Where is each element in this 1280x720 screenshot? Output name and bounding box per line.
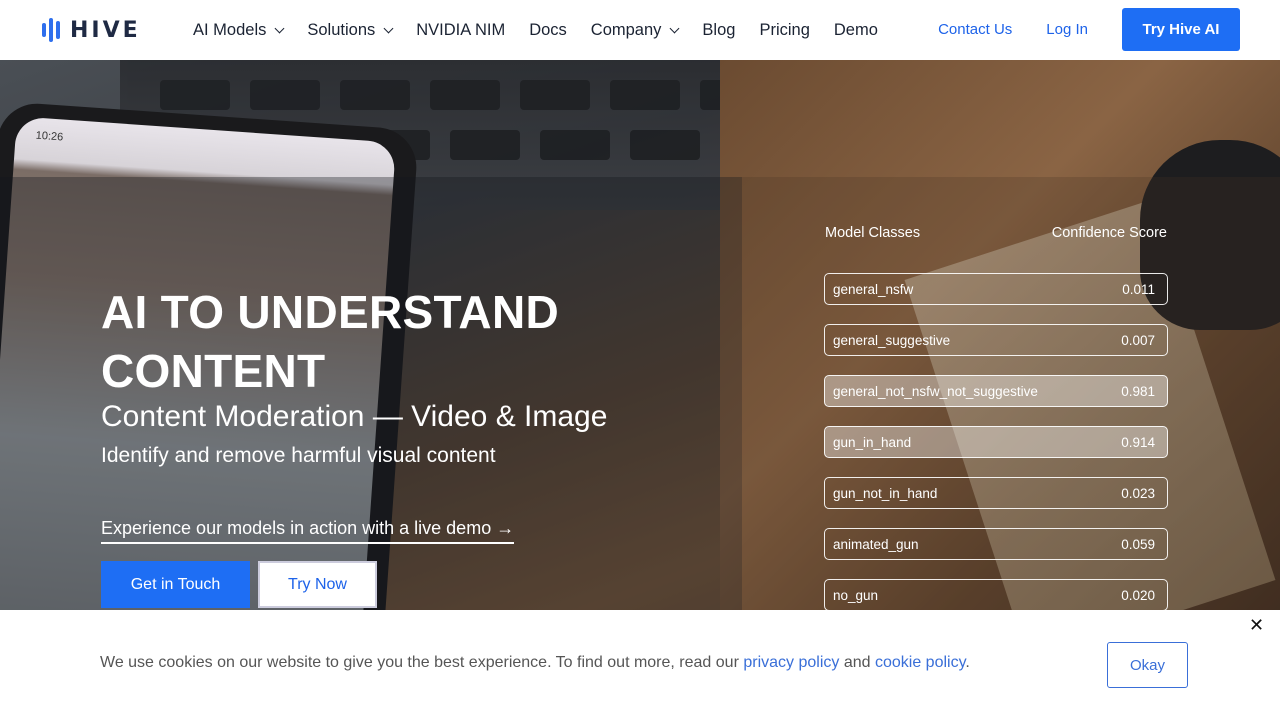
results-header: Model Classes Confidence Score [825,225,1167,241]
class-name: general_suggestive [833,332,951,348]
class-score: 0.981 [1121,383,1155,399]
get-in-touch-button[interactable]: Get in Touch [101,561,250,608]
hive-bars-logo-icon [42,18,60,42]
live-demo-link[interactable]: Experience our models in action with a l… [101,518,515,544]
class-row-highlighted: general_not_nsfw_not_suggestive 0.981 [824,375,1168,407]
nav-item-nvidia-nim[interactable]: NVIDIA NIM [416,21,505,40]
class-row: general_nsfw 0.011 [824,273,1168,305]
nav-item-label: Pricing [759,20,810,39]
contact-us-link[interactable]: Contact Us [938,21,1012,38]
okay-button[interactable]: Okay [1107,642,1188,688]
class-score: 0.059 [1121,536,1155,552]
nav-item-pricing[interactable]: Pricing [759,21,809,40]
hero-subhead: Content Moderation — Video & Image [101,400,608,433]
confidence-score-heading: Confidence Score [1051,225,1167,241]
nav-item-label: Demo [833,20,878,39]
top-nav: HIVE AI Models Solutions NVIDIA NIM Docs… [0,0,1280,60]
class-row: no_gun 0.020 [824,579,1168,610]
class-name: gun_not_in_hand [833,485,938,501]
cookie-message-text: We use cookies on our website to give yo… [100,654,739,671]
nav-item-label: Blog [702,20,736,39]
model-classes-heading: Model Classes [825,225,921,241]
try-hive-ai-button[interactable]: Try Hive AI [1122,8,1240,51]
nav-item-company[interactable]: Company [590,20,680,40]
nav-item-label: AI Models [193,20,267,39]
class-row: gun_not_in_hand 0.023 [824,477,1168,509]
hive-logo[interactable]: HIVE [42,16,141,44]
class-name: gun_in_hand [833,434,912,450]
cookie-banner: ✕ We use cookies on our website to give … [0,610,1280,720]
class-name: animated_gun [833,536,919,552]
class-score: 0.023 [1121,485,1155,501]
main-menu: AI Models Solutions NVIDIA NIM Docs Comp… [193,0,902,60]
cookie-policy-link[interactable]: cookie policy [875,654,965,671]
class-score: 0.007 [1121,332,1155,348]
cookie-message: We use cookies on our website to give yo… [100,654,970,672]
hero-section: 10:26 AI TO UNDERSTAND CONTENT Content M… [0,60,1280,610]
close-icon[interactable]: ✕ [1249,615,1264,636]
nav-item-blog[interactable]: Blog [702,21,735,40]
nav-item-label: Solutions [307,20,376,39]
class-name: general_not_nsfw_not_suggestive [833,383,1038,399]
class-score: 0.020 [1121,587,1155,603]
nav-item-ai-models[interactable]: AI Models [193,20,285,40]
class-name: general_nsfw [833,281,914,297]
brand-name: HIVE [70,17,141,43]
class-row-highlighted: gun_in_hand 0.914 [824,426,1168,458]
phone-time: 10:26 [35,129,64,144]
nav-actions: Contact Us Log In Try Hive AI [938,8,1240,51]
cookie-and-text: and [843,654,871,671]
class-row: animated_gun 0.059 [824,528,1168,560]
log-in-link[interactable]: Log In [1046,21,1088,38]
privacy-policy-link[interactable]: privacy policy [743,654,839,671]
chevron-down-icon [669,23,680,33]
chevron-down-icon [383,23,394,33]
nav-item-solutions[interactable]: Solutions [307,20,394,40]
try-now-button[interactable]: Try Now [258,561,377,608]
chevron-down-icon [274,23,285,33]
nav-item-docs[interactable]: Docs [529,21,567,40]
hero-tagline: Identify and remove harmful visual conte… [101,444,496,467]
class-score: 0.011 [1122,281,1155,297]
hero-headline: AI TO UNDERSTAND CONTENT [101,286,559,397]
class-name: no_gun [833,587,879,603]
class-score: 0.914 [1121,434,1155,450]
class-row: general_suggestive 0.007 [824,324,1168,356]
nav-item-label: NVIDIA NIM [416,20,506,39]
nav-item-label: Docs [529,20,567,39]
nav-item-demo[interactable]: Demo [834,21,878,40]
nav-item-label: Company [590,20,662,39]
cookie-period: . [965,654,970,671]
